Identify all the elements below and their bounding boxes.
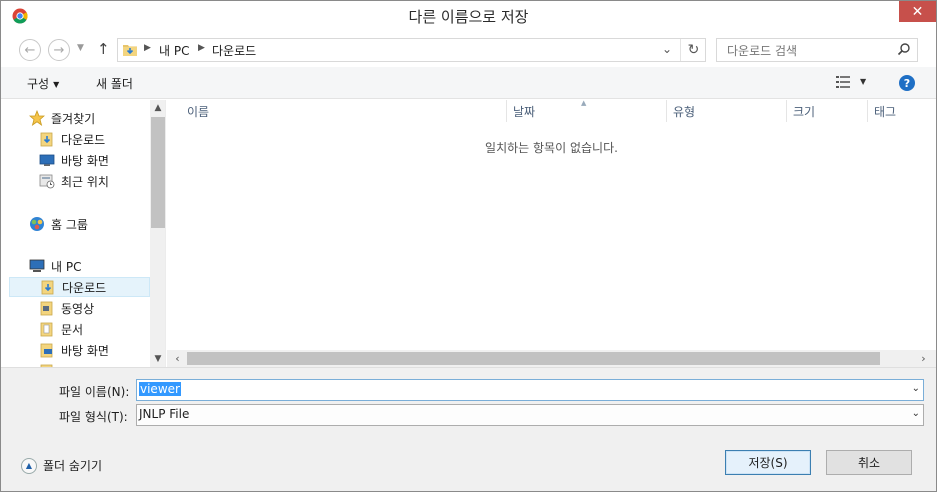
file-list-horizontal-scrollbar[interactable]: ‹ › bbox=[167, 350, 936, 367]
scrollbar-thumb[interactable] bbox=[187, 352, 880, 365]
search-icon bbox=[897, 43, 910, 56]
up-button[interactable]: ↑ bbox=[97, 40, 110, 58]
column-divider[interactable] bbox=[506, 100, 507, 122]
search-input[interactable]: 다운로드 검색 bbox=[716, 38, 918, 62]
file-list[interactable]: 이름 ▲ 날짜 유형 크기 태그 일치하는 항목이 없습니다. ‹ › bbox=[167, 99, 936, 367]
nav-item-desktop-favorite[interactable]: 바탕 화면 bbox=[39, 150, 165, 170]
column-header-type[interactable]: 유형 bbox=[673, 103, 695, 121]
downloads-folder-icon bbox=[40, 132, 53, 147]
file-type-select[interactable]: JNLP File ⌄ bbox=[136, 404, 924, 426]
scroll-up-icon[interactable]: ▲ bbox=[150, 100, 165, 116]
breadcrumb-separator-icon: ▶ bbox=[144, 43, 151, 53]
recent-places-icon bbox=[39, 174, 55, 189]
arrow-right-icon: → bbox=[53, 42, 65, 58]
computer-icon bbox=[29, 259, 45, 272]
desktop-icon bbox=[39, 154, 55, 166]
breadcrumb-separator-icon: ▶ bbox=[198, 43, 205, 53]
chevron-down-icon[interactable]: ⌄ bbox=[912, 383, 920, 394]
save-form-area: 파일 이름(N): viewer ⌄ 파일 형식(T): JNLP File ⌄… bbox=[1, 367, 936, 491]
nav-item-recent-places[interactable]: 최근 위치 bbox=[39, 171, 165, 191]
view-caret-down-icon[interactable]: ▼ bbox=[860, 77, 866, 86]
refresh-icon: ↻ bbox=[687, 42, 700, 58]
scroll-left-icon[interactable]: ‹ bbox=[169, 350, 186, 367]
empty-list-message: 일치하는 항목이 없습니다. bbox=[485, 141, 618, 155]
nav-item-this-pc[interactable]: 내 PC bbox=[29, 256, 165, 276]
documents-folder-icon bbox=[40, 322, 53, 337]
command-toolbar: 구성 ▼ 새 폴더 ▼ ? bbox=[1, 67, 936, 99]
nav-item-documents[interactable]: 문서 bbox=[39, 319, 165, 339]
scroll-down-icon[interactable]: ▼ bbox=[150, 351, 165, 367]
column-divider[interactable] bbox=[666, 100, 667, 122]
homegroup-icon bbox=[30, 217, 44, 231]
title-bar: 다른 이름으로 저장 ✕ bbox=[1, 1, 936, 31]
nav-item-videos[interactable]: 동영상 bbox=[39, 298, 165, 318]
close-icon: ✕ bbox=[911, 3, 924, 20]
view-options-icon[interactable] bbox=[836, 76, 850, 88]
downloads-folder-icon bbox=[123, 45, 137, 56]
arrow-left-icon: ← bbox=[24, 42, 36, 58]
column-header-name[interactable]: 이름 bbox=[187, 103, 209, 121]
save-button[interactable]: 저장(S) bbox=[725, 450, 811, 475]
save-as-dialog: 다른 이름으로 저장 ✕ ← → ▼ ↑ ▶ 내 PC ▶ 다운로드 ⌄ ↻ 다… bbox=[0, 0, 937, 492]
nav-item-desktop[interactable]: 바탕 화면 bbox=[39, 340, 165, 360]
window-title: 다른 이름으로 저장 bbox=[408, 8, 529, 26]
nav-item-favorites[interactable]: 즐겨찾기 bbox=[29, 108, 165, 128]
address-dropdown-icon[interactable]: ⌄ bbox=[662, 42, 672, 56]
refresh-button[interactable]: ↻ bbox=[680, 39, 706, 61]
nav-pane-vertical-scrollbar[interactable]: ▲ ▼ bbox=[150, 100, 165, 367]
file-type-label: 파일 형식(T): bbox=[59, 410, 128, 424]
hide-folders-toggle[interactable]: ▲ 폴더 숨기기 bbox=[21, 457, 102, 474]
arrow-up-icon: ↑ bbox=[97, 40, 110, 58]
file-name-label: 파일 이름(N): bbox=[59, 385, 130, 399]
column-header-size[interactable]: 크기 bbox=[793, 103, 815, 121]
address-bar[interactable]: ▶ 내 PC ▶ 다운로드 ⌄ ↻ bbox=[117, 38, 706, 62]
recent-locations-dropdown[interactable]: ▼ bbox=[77, 43, 84, 53]
close-button[interactable]: ✕ bbox=[899, 1, 936, 22]
nav-item-homegroup[interactable]: 홈 그룹 bbox=[29, 214, 165, 234]
scroll-right-icon[interactable]: › bbox=[915, 350, 932, 367]
file-name-input[interactable]: viewer ⌄ bbox=[136, 379, 924, 401]
column-header-tags[interactable]: 태그 bbox=[874, 103, 896, 121]
forward-button[interactable]: → bbox=[48, 39, 70, 61]
file-type-value: JNLP File bbox=[139, 407, 190, 421]
scrollbar-thumb[interactable] bbox=[151, 117, 165, 228]
collapse-up-icon: ▲ bbox=[21, 457, 37, 474]
search-placeholder: 다운로드 검색 bbox=[727, 44, 798, 58]
column-divider[interactable] bbox=[867, 100, 868, 122]
new-folder-button[interactable]: 새 폴더 bbox=[96, 75, 133, 92]
organize-menu-button[interactable]: 구성 ▼ bbox=[27, 75, 59, 92]
hide-folders-label: 폴더 숨기기 bbox=[43, 459, 103, 473]
nav-item-downloads-favorite[interactable]: 다운로드 bbox=[39, 129, 165, 149]
videos-folder-icon bbox=[40, 301, 53, 316]
column-divider[interactable] bbox=[786, 100, 787, 122]
breadcrumb-downloads[interactable]: 다운로드 bbox=[212, 42, 256, 59]
organize-label: 구성 bbox=[27, 77, 50, 91]
sort-indicator-icon: ▲ bbox=[581, 99, 587, 107]
file-name-value: viewer bbox=[139, 382, 181, 396]
cancel-button[interactable]: 취소 bbox=[826, 450, 912, 475]
back-button[interactable]: ← bbox=[19, 39, 41, 61]
column-header-date[interactable]: 날짜 bbox=[513, 103, 535, 121]
downloads-folder-icon bbox=[41, 280, 54, 295]
chevron-down-icon[interactable]: ⌄ bbox=[912, 408, 920, 419]
caret-down-icon: ▼ bbox=[53, 80, 60, 89]
breadcrumb-this-pc[interactable]: 내 PC bbox=[159, 42, 189, 59]
chevron-down-icon: ▼ bbox=[77, 43, 84, 53]
nav-item-downloads[interactable]: 다운로드 bbox=[9, 277, 150, 297]
desktop-folder-icon bbox=[40, 343, 53, 358]
star-icon bbox=[29, 110, 45, 126]
help-icon[interactable]: ? bbox=[899, 75, 915, 91]
navigation-pane: 즐겨찾기 다운로드 바탕 화면 최근 위치 홈 그룹 내 PC 다운로드 동영상… bbox=[1, 100, 166, 367]
